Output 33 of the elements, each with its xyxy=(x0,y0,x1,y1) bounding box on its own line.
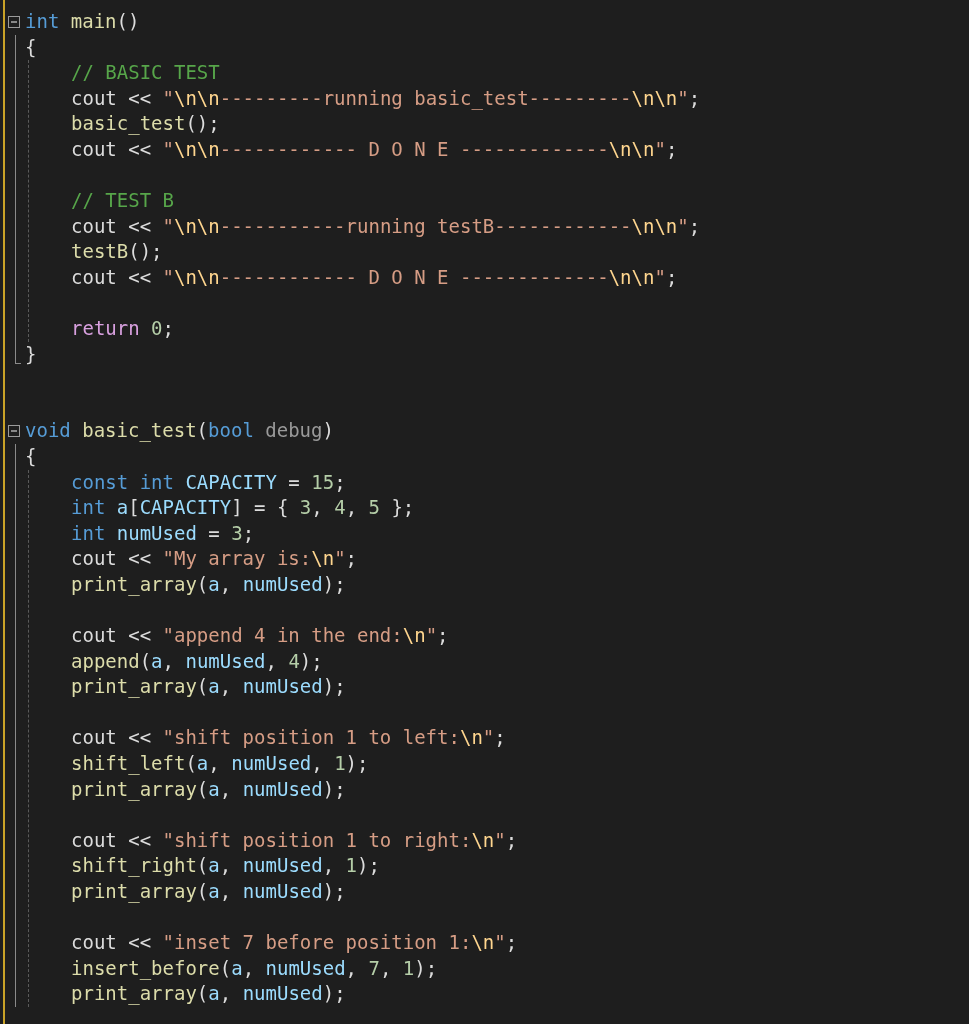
code-line: cout << "inset 7 before position 1:\n"; xyxy=(71,930,518,956)
code-line: return 0; xyxy=(71,316,175,342)
fold-toggle-icon[interactable] xyxy=(8,15,20,28)
code-line: cout << "shift position 1 to right:\n"; xyxy=(71,827,518,853)
code-line: insert_before(a, numUsed, 7, 1); xyxy=(71,955,439,982)
code-line: int numUsed = 3; xyxy=(71,520,256,546)
code-line: testB(); xyxy=(71,239,164,265)
fold-toggle-icon[interactable] xyxy=(8,425,20,438)
code-line: const int CAPACITY = 15; xyxy=(71,469,347,495)
code-line: { xyxy=(25,443,38,469)
code-line: { xyxy=(25,34,38,60)
code-line: print_array(a, numUsed); xyxy=(71,981,347,1007)
code-line: print_array(a, numUsed); xyxy=(71,879,347,905)
code-line: cout << "shift position 1 to left:\n"; xyxy=(71,725,507,751)
code-line: cout << "\n\n------------ D O N E -------------\n\n"; xyxy=(71,264,679,290)
code-line: print_array(a, numUsed); xyxy=(71,571,347,598)
code-line: print_array(a, numUsed); xyxy=(71,776,347,803)
code-line: cout << "\n\n---------running basic_test---------\n\n"; xyxy=(71,85,701,112)
code-line: int a[CAPACITY] = { 3, 4, 5 }; xyxy=(71,495,416,521)
code-line: append(a, numUsed, 4); xyxy=(71,648,324,674)
code-line: // BASIC TEST xyxy=(71,60,221,86)
code-line: void basic_test(bool debug) xyxy=(25,418,334,444)
code-line: shift_right(a, numUsed, 1); xyxy=(71,853,381,879)
code-line: // TEST B xyxy=(71,188,175,214)
code-line: cout << "append 4 in the end:\n"; xyxy=(71,623,450,649)
code-line: cout << "\n\n------------ D O N E -------------\n\n"; xyxy=(71,136,679,162)
code-line: shift_left(a, numUsed, 1); xyxy=(71,751,370,777)
code-line: int main() xyxy=(25,9,140,34)
code-line: basic_test(); xyxy=(71,111,221,137)
code-line: cout << "\n\n-----------running testB------------\n\n"; xyxy=(71,213,701,239)
code-line: cout << "My array is:\n"; xyxy=(71,546,359,572)
code-line: print_array(a, numUsed); xyxy=(71,674,347,700)
code-line: } xyxy=(25,341,38,367)
